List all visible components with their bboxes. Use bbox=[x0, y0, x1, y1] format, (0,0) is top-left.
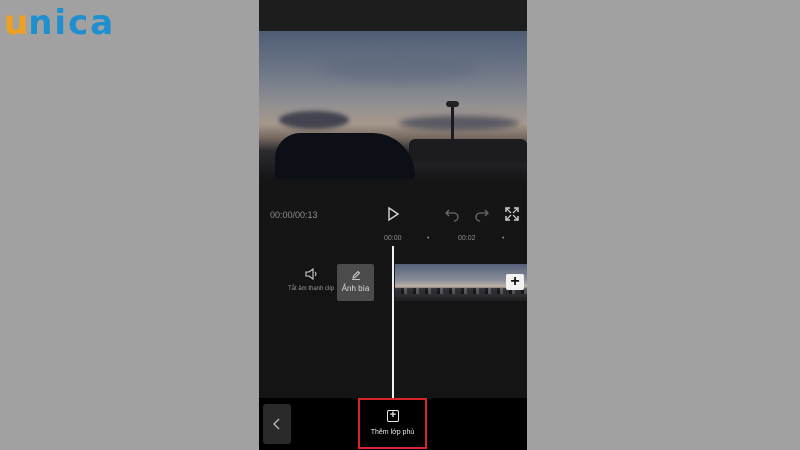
player-controls: 00:00/00:13 bbox=[259, 198, 527, 230]
ruler-tick: 00:02 bbox=[458, 235, 476, 242]
playback-time: 00:00/00:13 bbox=[270, 210, 318, 220]
chevron-left-icon bbox=[273, 418, 280, 430]
play-icon[interactable] bbox=[385, 206, 401, 222]
add-overlay-label: Thêm lớp phủ bbox=[370, 429, 415, 436]
logo-letter-u: u bbox=[4, 3, 29, 43]
sky-cloud bbox=[279, 111, 349, 129]
fullscreen-icon[interactable] bbox=[504, 206, 520, 222]
back-button[interactable] bbox=[263, 404, 291, 444]
bottom-toolbar: + Thêm lớp phủ bbox=[259, 398, 527, 450]
ruler-tick: • bbox=[427, 235, 430, 242]
redo-icon[interactable] bbox=[474, 206, 490, 222]
lamp-pole bbox=[451, 104, 454, 144]
add-clip-button[interactable]: + bbox=[506, 274, 524, 290]
add-overlay-button[interactable]: + Thêm lớp phủ bbox=[358, 398, 427, 449]
sky-cloud bbox=[399, 116, 519, 130]
ruler-tick: • bbox=[502, 235, 505, 242]
sky-cloud bbox=[319, 51, 479, 81]
mute-clip-button[interactable]: Tắt âm thanh clip bbox=[287, 267, 335, 293]
add-square-icon: + bbox=[387, 410, 399, 422]
lamp-head bbox=[446, 101, 459, 107]
cover-label: Ảnh bìa bbox=[341, 284, 370, 293]
speaker-icon bbox=[305, 267, 317, 281]
mute-clip-label: Tắt âm thanh clip bbox=[287, 286, 335, 292]
playhead[interactable] bbox=[392, 246, 394, 398]
video-preview[interactable] bbox=[259, 31, 527, 181]
logo-text: nica bbox=[28, 3, 116, 43]
ruler-tick: 00:00 bbox=[384, 235, 402, 242]
cover-button[interactable]: Ảnh bìa bbox=[337, 264, 374, 301]
unica-logo: u nica bbox=[4, 4, 115, 40]
car-silhouette bbox=[275, 133, 415, 179]
edit-icon bbox=[351, 270, 360, 280]
crowd-silhouette bbox=[409, 139, 527, 163]
top-bar bbox=[259, 0, 527, 31]
undo-icon[interactable] bbox=[444, 206, 460, 222]
